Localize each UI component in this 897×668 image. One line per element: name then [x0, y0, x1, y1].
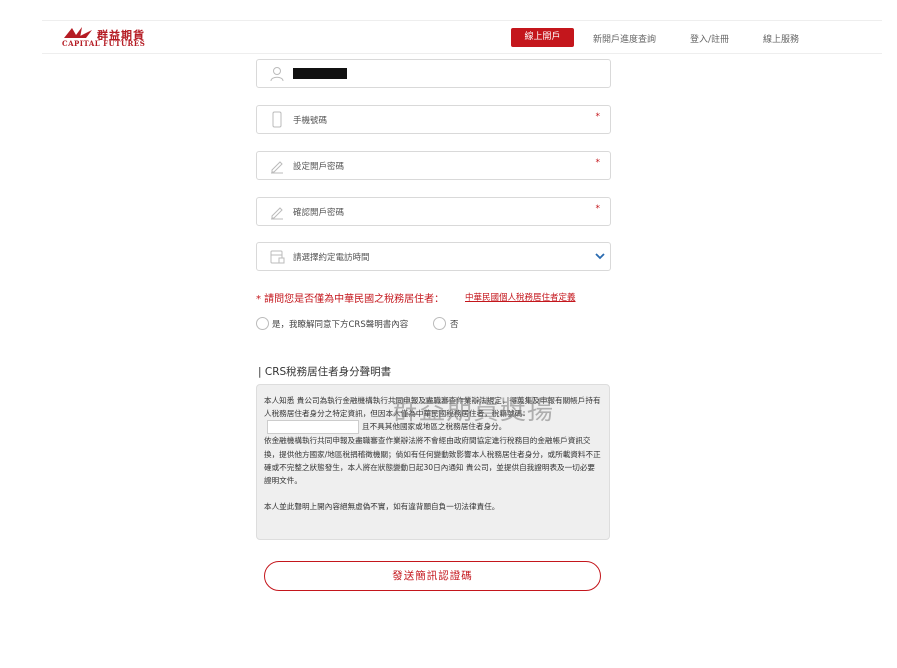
name-field[interactable] — [256, 59, 611, 88]
tax-id-input[interactable] — [267, 420, 359, 435]
radio-yes-label[interactable]: 是，我瞭解同意下方CRS聲明書內容 — [272, 318, 408, 330]
password-placeholder: 設定開戶密碼 — [293, 162, 345, 172]
nav-login-link[interactable]: 登入/註冊 — [690, 32, 729, 45]
user-icon — [270, 67, 284, 82]
nav-online-account-button[interactable]: 線上開戶 — [511, 28, 574, 47]
required-mark: * — [595, 204, 601, 214]
radio-yes[interactable] — [256, 317, 269, 330]
redacted-name-value — [293, 68, 347, 79]
send-sms-code-button[interactable]: 發送簡訊認證碼 — [264, 561, 601, 591]
top-header: 群益期貨 CAPITAL FUTURES 線上開戶 新開戶進度查詢 登入/註冊 … — [42, 20, 882, 54]
declaration-text: 且不具其他國家或地區之稅務居住者身分。 — [362, 422, 507, 432]
confirm-password-placeholder: 確認開戶密碼 — [293, 208, 345, 218]
required-mark: * — [595, 112, 601, 122]
declaration-paragraph-1: 本人知悉 貴公司為執行金融機構執行共同申報及盡職審查作業辦法規定，得蒐集及申報有… — [264, 394, 601, 435]
logo-mark-icon — [64, 27, 92, 38]
password-field[interactable]: 設定開戶密碼 * — [256, 151, 611, 180]
tax-residency-question: * 請問您是否僅為中華民國之稅務居住者： — [256, 294, 445, 305]
logo-text-en: CAPITAL FUTURES — [62, 39, 146, 48]
pencil-icon — [271, 161, 283, 174]
radio-no-label[interactable]: 否 — [450, 318, 459, 330]
declaration-paragraph-3: 本人並此聲明上開內容絕無虛偽不實，如有違背願自負一切法律責任。 — [264, 502, 500, 512]
confirm-password-field[interactable]: 確認開戶密碼 * — [256, 197, 611, 226]
phone-placeholder: 手機號碼 — [293, 116, 328, 126]
calendar-icon — [270, 250, 285, 264]
chevron-down-icon — [595, 253, 605, 260]
radio-no[interactable] — [433, 317, 446, 330]
logo[interactable]: 群益期貨 CAPITAL FUTURES — [62, 26, 172, 48]
crs-declaration-box: 本人知悉 貴公司為執行金融機構執行共同申報及盡職審查作業辦法規定，得蒐集及申報有… — [256, 384, 610, 540]
nav-service-link[interactable]: 線上服務 — [763, 32, 799, 45]
declaration-title: | CRS稅務居住者身分聲明書 — [258, 366, 392, 378]
tax-residency-definition-link[interactable]: 中華民國個人稅務居住者定義 — [465, 291, 576, 303]
pencil-icon — [271, 207, 283, 220]
required-mark: * — [595, 158, 601, 168]
call-time-select[interactable]: 請選擇約定電訪時間 — [256, 242, 611, 271]
declaration-text: 本人知悉 貴公司為執行金融機構執行共同申報及盡職審查作業辦法規定，得蒐集及申報有… — [264, 396, 601, 419]
mobile-phone-icon — [272, 111, 282, 128]
call-time-placeholder: 請選擇約定電訪時間 — [293, 253, 370, 263]
declaration-paragraph-2: 依金融機構執行共同申報及盡職審查作業辦法將不會經由政府間協定進行稅務目的金融帳戶… — [264, 436, 601, 486]
phone-field[interactable]: 手機號碼 * — [256, 105, 611, 134]
nav-progress-link[interactable]: 新開戶進度查詢 — [593, 32, 656, 45]
